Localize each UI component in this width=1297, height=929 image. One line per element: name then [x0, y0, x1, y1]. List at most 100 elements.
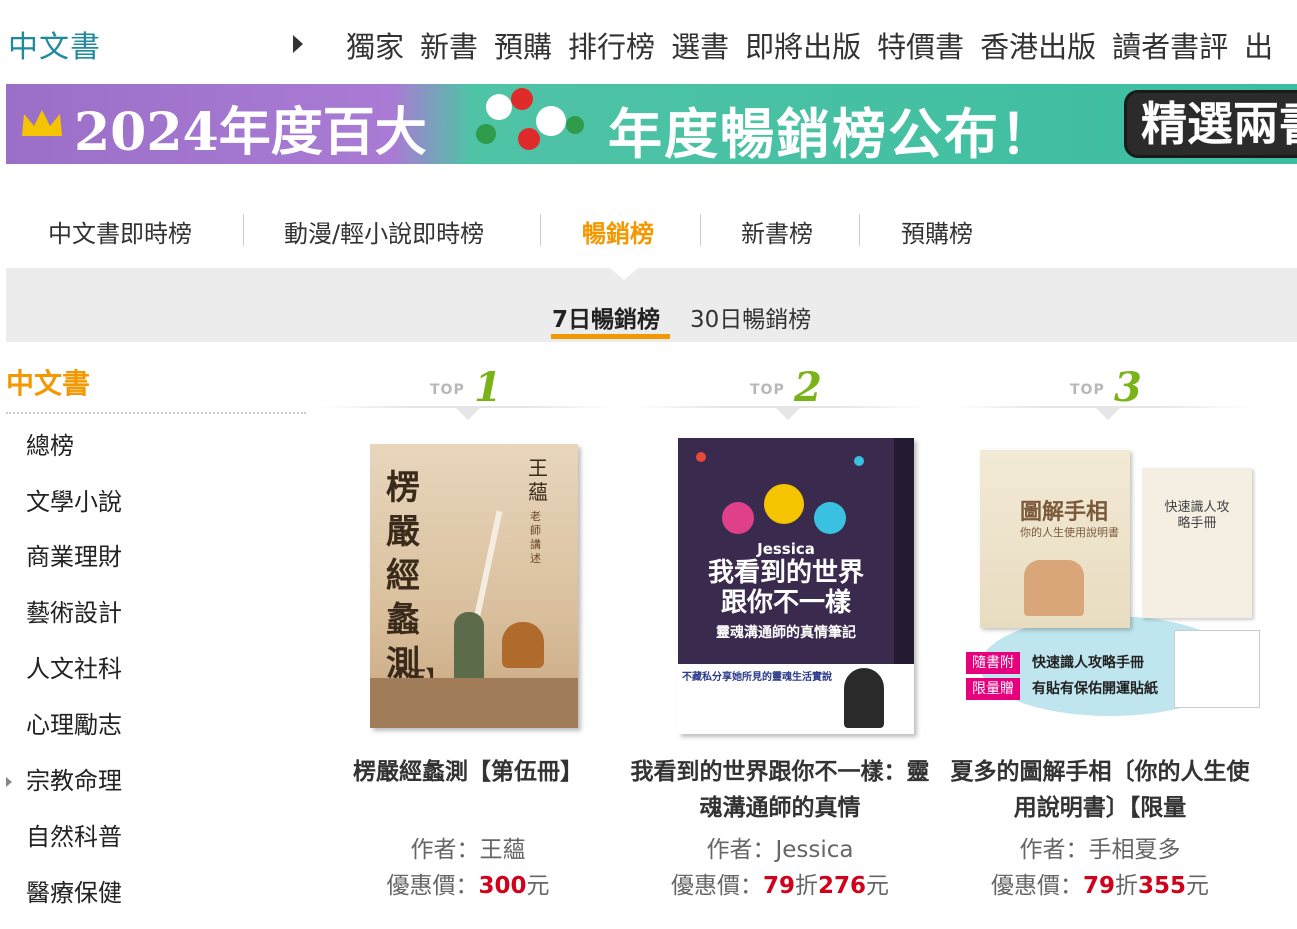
nav-item-ranking[interactable]: 排行榜 [568, 24, 655, 66]
banner-year-text: 2024年度百大 [74, 102, 427, 163]
site-title[interactable]: 中文書 [8, 22, 101, 66]
price-value: 355 [1138, 873, 1187, 899]
subtab-active-underline [551, 334, 670, 339]
subtab-7-days[interactable]: 7日暢銷榜 [552, 300, 660, 334]
sidebar-item-business[interactable]: 商業理財 [26, 537, 122, 572]
discount-unit: 折 [1115, 873, 1138, 899]
book-cover-image[interactable]: 楞嚴經蠡測 【伍】 王蘊 老師 講述 [370, 444, 578, 728]
top-nav: 中文書 獨家 新書 預購 排行榜 選書 即將出版 特價書 香港出版 讀者書評 出 [0, 0, 1297, 84]
nav-item-new[interactable]: 新書 [420, 24, 478, 66]
banner-message: 年度暢銷榜公布！ [608, 103, 1056, 164]
tab-divider [859, 214, 860, 246]
book-cover-image[interactable]: Jessica 我看到的世界 跟你不一樣 靈魂溝通師的真情筆記 不藏私分享她所見… [678, 438, 914, 734]
author-label: 作者： [1019, 837, 1089, 863]
tab-preorder[interactable]: 預購榜 [901, 214, 973, 249]
price-label: 優惠價： [386, 873, 479, 899]
sidebar-item-art[interactable]: 藝術設計 [26, 593, 122, 628]
cover-subtitle: 靈魂溝通師的真情筆記 [716, 625, 856, 641]
tab-realtime-chinese[interactable]: 中文書即時榜 [48, 214, 192, 249]
gift-text: 有貼有保佑開運貼紙 [1032, 681, 1158, 697]
book-title[interactable]: 夏多的圖解手相〔你的人生使用說明書〕【限量 [950, 754, 1250, 826]
cover-monk [502, 622, 544, 668]
gift-text: 快速識人攻略手冊 [1032, 655, 1144, 671]
nav-item-exclusive[interactable]: 獨家 [346, 24, 404, 66]
nav-item-sale[interactable]: 特價書 [877, 24, 964, 66]
tab-divider [540, 214, 541, 246]
cover-line1: 我看到的世界 [707, 558, 864, 588]
nav-item-picks[interactable]: 選書 [671, 24, 729, 66]
nav-menu: 獨家 新書 預購 排行榜 選書 即將出版 特價書 香港出版 讀者書評 出 [346, 24, 1289, 66]
gift-tag: 限量贈 [966, 678, 1020, 700]
rank-number: 1 [474, 364, 502, 411]
nav-item-more[interactable]: 出 [1244, 24, 1273, 66]
book-cover-image[interactable]: 快速識人攻略手冊 圖解手相 你的人生使用說明書 隨書附 快速識人攻略手冊 限量贈… [964, 446, 1264, 736]
sidebar-item-literature[interactable]: 文學小說 [26, 482, 122, 517]
nav-item-reviews[interactable]: 讀者書評 [1112, 24, 1228, 66]
cover-waterfall [471, 510, 503, 630]
price-label: 優惠價： [990, 873, 1083, 899]
booklet-cover: 快速識人攻略手冊 [1142, 468, 1252, 618]
sidebar-item-religion[interactable]: 宗教命理 [26, 761, 122, 796]
currency-unit: 元 [866, 873, 890, 899]
rank-badge: TOP 2 [630, 364, 930, 424]
banner-pick-label: 精選兩書 [1124, 90, 1297, 158]
tab-divider [700, 214, 701, 246]
author-name[interactable]: 王蘊 [480, 837, 526, 863]
rank-top-label: TOP [1070, 382, 1105, 398]
subtab-30-days[interactable]: 30日暢銷榜 [690, 300, 811, 334]
sidebar-heading[interactable]: 中文書 [6, 362, 306, 414]
nav-item-hongkong[interactable]: 香港出版 [980, 24, 1096, 66]
book-price: 優惠價：300元 [318, 866, 618, 900]
cover-title: 楞嚴經蠡測 [386, 468, 420, 684]
rank-number: 3 [1114, 364, 1142, 411]
author-photo [844, 668, 884, 728]
tab-new-books[interactable]: 新書榜 [741, 214, 813, 249]
rank-badge: TOP 1 [318, 364, 618, 424]
price-value: 300 [478, 873, 527, 899]
book-title[interactable]: 我看到的世界跟你不一樣：靈魂溝通師的真情 [630, 754, 930, 826]
rank-pointer [1096, 408, 1120, 420]
tab-realtime-comics[interactable]: 動漫/輕小說即時榜 [284, 214, 484, 249]
author-label: 作者： [706, 837, 776, 863]
discount-value: 79 [1082, 873, 1115, 899]
sidebar-item-overall[interactable]: 總榜 [26, 426, 74, 461]
rank-pointer [456, 408, 480, 420]
nav-item-upcoming[interactable]: 即將出版 [745, 24, 861, 66]
flower-icon [854, 456, 864, 466]
author-name[interactable]: Jessica [775, 837, 853, 863]
book-author: 作者：Jessica [630, 830, 930, 864]
promo-banner[interactable]: 2024年度百大 年度暢銷榜公布！ 精選兩書 [6, 84, 1297, 164]
main-book-cover: 圖解手相 你的人生使用說明書 [980, 450, 1130, 628]
tab-bestseller[interactable]: 暢銷榜 [582, 214, 654, 249]
author-name[interactable]: 手相夏多 [1089, 837, 1181, 863]
skull-icon [814, 502, 846, 534]
rank-pointer [776, 408, 800, 420]
book-author: 作者：手相夏多 [950, 830, 1250, 864]
author-label: 作者： [410, 837, 480, 863]
rank-number: 2 [794, 364, 822, 411]
book-price: 優惠價：79折355元 [950, 866, 1250, 900]
nav-item-preorder[interactable]: 預購 [494, 24, 552, 66]
cover-title: 圖解手相 [1020, 500, 1109, 525]
sidebar-item-psychology[interactable]: 心理勵志 [26, 705, 122, 740]
balloon-decoration [486, 94, 512, 120]
sidebar-item-humanities[interactable]: 人文社科 [26, 649, 122, 684]
sidebar-item-science[interactable]: 自然科普 [26, 817, 122, 852]
sidebar-item-medical[interactable]: 醫療保健 [26, 873, 122, 908]
cover-line2: 跟你不一樣 [720, 588, 851, 618]
cover-name: Jessica [757, 540, 815, 558]
category-sidebar: 中文書 總榜 文學小說 商業理財 藝術設計 人文社科 心理勵志 宗教命理 自然科… [6, 362, 306, 907]
book-price: 優惠價：79折276元 [630, 866, 930, 900]
price-value: 276 [818, 873, 867, 899]
currency-unit: 元 [526, 873, 550, 899]
currency-unit: 元 [1186, 873, 1210, 899]
tab-divider [243, 214, 244, 246]
cover-side-text: 老師 講述 [530, 510, 541, 565]
caret-right-icon[interactable] [6, 777, 12, 787]
crown-icon [22, 110, 62, 136]
book-title[interactable]: 楞嚴經蠡測【第伍冊】 [318, 754, 618, 790]
cover-lower-panel: 不藏私分享她所見的靈魂生活實說 [678, 664, 914, 734]
balloon-decoration [511, 88, 533, 110]
nav-arrow-icon[interactable] [293, 35, 303, 53]
hand-icon [1024, 560, 1084, 616]
